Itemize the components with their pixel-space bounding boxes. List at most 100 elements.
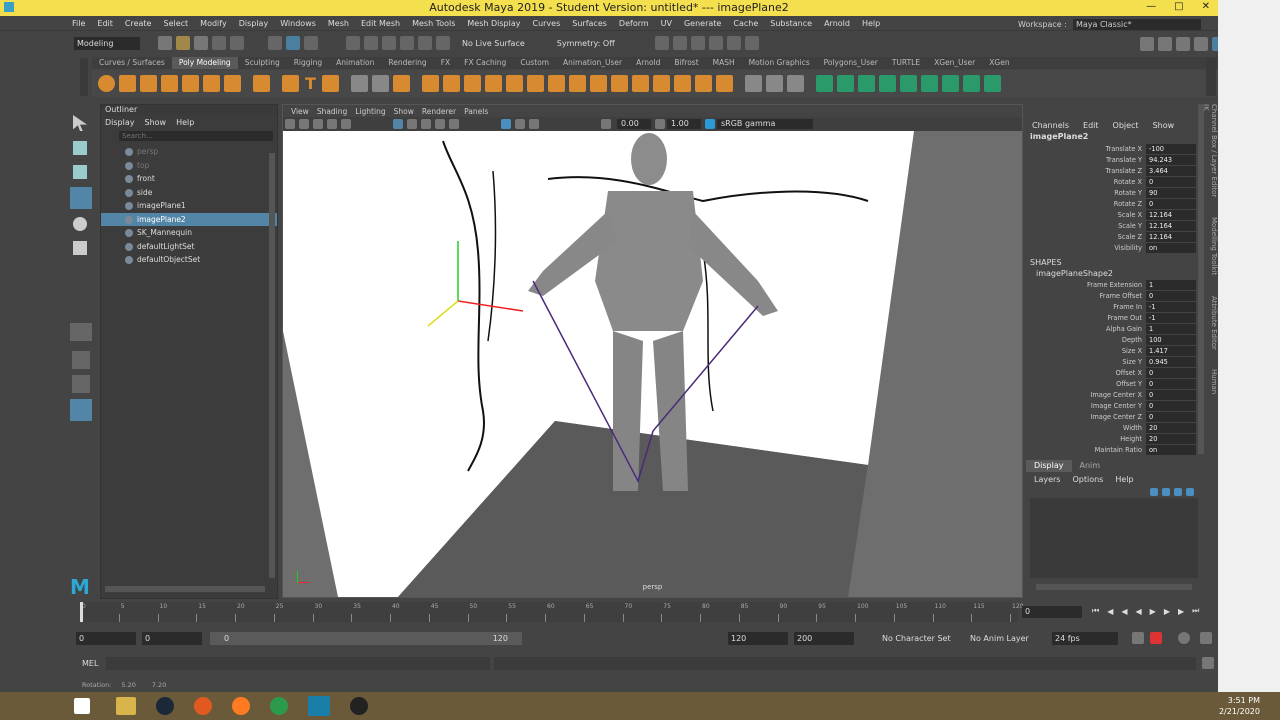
viewport-menu-renderer[interactable]: Renderer <box>422 107 456 116</box>
channel-row[interactable]: Width 20 <box>1026 423 1202 434</box>
render-frame-icon[interactable] <box>672 36 687 50</box>
live-surface-label[interactable]: No Live Surface <box>462 39 525 48</box>
channel-row[interactable]: Rotate X 0 <box>1026 177 1202 188</box>
render-settings-icon[interactable] <box>654 36 669 50</box>
new-scene-icon[interactable] <box>158 36 172 50</box>
channel-row[interactable]: Scale Y 12.164 <box>1026 221 1202 232</box>
uv-editor-icon[interactable] <box>815 75 833 92</box>
windows-start-icon[interactable] <box>74 698 90 714</box>
multi-cut-icon[interactable] <box>631 75 649 92</box>
menu-generate[interactable]: Generate <box>684 19 721 28</box>
outliner-menu-show[interactable]: Show <box>145 118 167 127</box>
outliner-item[interactable]: front <box>101 172 277 186</box>
layer-tab-anim[interactable]: Anim <box>1072 460 1109 472</box>
separate-icon[interactable] <box>442 75 460 92</box>
menu-file[interactable]: File <box>72 19 85 28</box>
shelf-tab-fx-caching[interactable]: FX Caching <box>457 57 513 69</box>
poly-cube-icon[interactable] <box>119 75 136 92</box>
combine-icon[interactable] <box>421 75 439 92</box>
shelf-tab-rigging[interactable]: Rigging <box>287 57 329 69</box>
channel-row[interactable]: Frame Extension 1 <box>1026 280 1202 291</box>
outliner-item[interactable]: imagePlane2 <box>101 212 277 226</box>
channel-menu-channels[interactable]: Channels <box>1032 121 1069 130</box>
mel-label[interactable]: MEL <box>82 659 98 668</box>
viewport-menu-shading[interactable]: Shading <box>317 107 347 116</box>
insert-edge-loop-icon[interactable] <box>652 75 670 92</box>
channel-row[interactable]: Scale Z 12.164 <box>1026 232 1202 243</box>
step-forward-key-icon[interactable]: ▶ <box>1178 607 1184 616</box>
chrome-icon[interactable] <box>270 697 288 715</box>
channel-row[interactable]: Depth 100 <box>1026 335 1202 346</box>
shadows-icon[interactable] <box>449 119 459 129</box>
bookmark-icon[interactable] <box>313 119 323 129</box>
channel-row[interactable]: Height 20 <box>1026 434 1202 445</box>
go-to-end-icon[interactable]: ⏭ <box>1192 606 1199 616</box>
shelf-tab-custom[interactable]: Custom <box>513 57 556 69</box>
lasso-tool-icon[interactable] <box>73 141 87 155</box>
sound-icon[interactable] <box>1200 632 1212 644</box>
layer-menu-options[interactable]: Options <box>1072 475 1103 484</box>
poly-plane-icon[interactable] <box>203 75 220 92</box>
outliner-item[interactable]: defaultLightSet <box>101 240 277 254</box>
single-pane-icon[interactable] <box>70 323 92 341</box>
colorspace-selector[interactable]: sRGB gamma <box>717 119 813 129</box>
channel-row[interactable]: Frame Offset 0 <box>1026 291 1202 302</box>
menu-create[interactable]: Create <box>125 19 152 28</box>
viewport-menu-show[interactable]: Show <box>394 107 414 116</box>
outliner-layout-icon[interactable] <box>70 399 92 421</box>
menu-surfaces[interactable]: Surfaces <box>572 19 607 28</box>
channel-box-scrollbar[interactable] <box>1198 104 1204 454</box>
outliner-item[interactable]: defaultObjectSet <box>101 253 277 267</box>
save-scene-icon[interactable] <box>194 36 208 50</box>
obs-icon[interactable] <box>350 697 368 715</box>
step-back-frame-icon[interactable]: ◀ <box>1121 607 1127 616</box>
channel-row[interactable]: Rotate Z 0 <box>1026 199 1202 210</box>
open-scene-icon[interactable] <box>176 36 190 50</box>
toggle-modeling-toolkit-icon[interactable] <box>1140 37 1154 51</box>
time-ticks[interactable]: 0 5 10 15 20 25 30 35 40 45 50 55 60 65 70 75 80 85 90 95 10… <box>80 602 1023 622</box>
paint-select-icon[interactable] <box>73 165 87 179</box>
channel-value[interactable]: 0 <box>1146 401 1196 411</box>
fps-selector[interactable]: 24 fps <box>1052 632 1118 645</box>
uv-cut-icon[interactable] <box>878 75 896 92</box>
channel-value[interactable]: -1 <box>1146 302 1196 312</box>
anim-end-field[interactable]: 200 <box>794 632 854 645</box>
channel-row[interactable]: Frame Out -1 <box>1026 313 1202 324</box>
select-component-icon[interactable] <box>304 36 318 50</box>
outliner-item[interactable]: SK_Mannequin <box>101 226 277 240</box>
menu-edit-mesh[interactable]: Edit Mesh <box>361 19 400 28</box>
uv-unfold-icon[interactable] <box>920 75 938 92</box>
origin-icon[interactable] <box>194 697 212 715</box>
channel-row[interactable]: Image Center Y 0 <box>1026 401 1202 412</box>
layer-new-empty-icon[interactable] <box>1174 488 1182 496</box>
menu-cache[interactable]: Cache <box>733 19 758 28</box>
current-frame-field[interactable]: 0 <box>1022 606 1082 618</box>
merge-icon[interactable] <box>610 75 628 92</box>
grid-display-icon[interactable] <box>371 75 389 92</box>
step-back-key-icon[interactable]: ◀ <box>1107 607 1113 616</box>
extract-icon[interactable] <box>505 75 523 92</box>
viewport-menu-view[interactable]: View <box>291 107 309 116</box>
channel-value[interactable]: 0 <box>1146 379 1196 389</box>
render-view-icon[interactable] <box>726 36 741 50</box>
side-tab-channel-box-layer-editor[interactable]: Channel Box / Layer Editor <box>1210 104 1218 197</box>
layer-menu-help[interactable]: Help <box>1115 475 1133 484</box>
symmetry-label[interactable]: Symmetry: Off <box>557 39 615 48</box>
menu-edit[interactable]: Edit <box>97 19 113 28</box>
frame-counter-icon[interactable] <box>392 75 410 92</box>
channel-value[interactable]: 0 <box>1146 412 1196 422</box>
anim-start-field[interactable]: 0 <box>76 632 136 645</box>
outliner-menu-help[interactable]: Help <box>176 118 194 127</box>
menu-mesh-display[interactable]: Mesh Display <box>467 19 520 28</box>
workspace-selector[interactable]: Workspace : Maya Classic* <box>1018 19 1201 30</box>
script-editor-icon[interactable] <box>1202 657 1214 669</box>
channel-value[interactable]: 12.164 <box>1146 210 1196 220</box>
menu-uv[interactable]: UV <box>661 19 672 28</box>
toggle-tool-settings-icon[interactable] <box>1176 37 1190 51</box>
outliner-search[interactable]: Search... <box>119 131 273 141</box>
ipr-render-icon[interactable] <box>690 36 705 50</box>
layer-tab-display[interactable]: Display <box>1026 460 1072 472</box>
channel-row[interactable]: Size X 1.417 <box>1026 346 1202 357</box>
select-tool-icon[interactable] <box>73 115 87 131</box>
quad-draw-icon[interactable] <box>715 75 733 92</box>
